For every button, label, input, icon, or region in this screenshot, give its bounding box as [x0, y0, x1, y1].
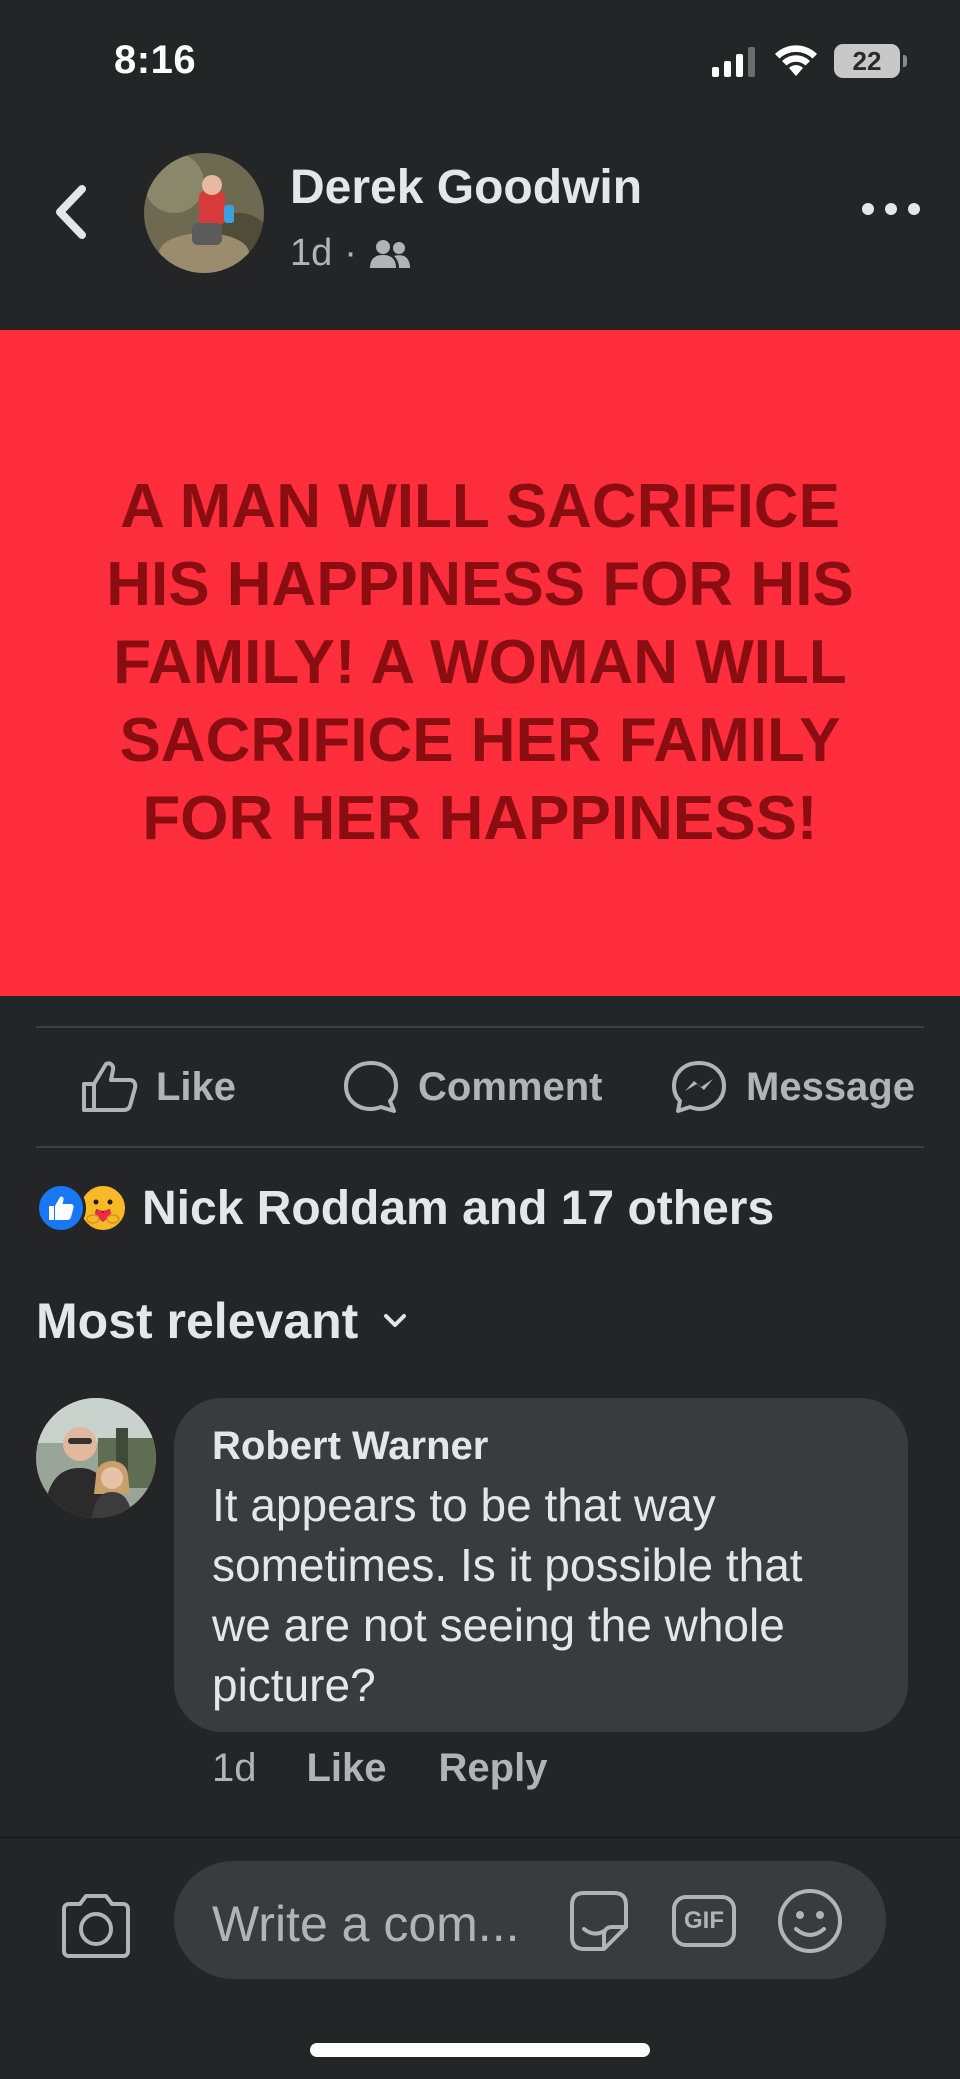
message-label: Message — [746, 1064, 915, 1109]
cellular-signal-icon — [712, 47, 755, 77]
comment-text: It appears to be that way sometimes. Is … — [212, 1479, 803, 1711]
more-dot-icon — [908, 203, 920, 215]
author-avatar[interactable] — [144, 153, 264, 273]
gif-button[interactable]: GIF — [668, 1885, 740, 1957]
comment-time: 1d — [212, 1746, 257, 1790]
back-button[interactable] — [48, 182, 94, 242]
reactions-summary[interactable]: Nick Roddam and 17 others — [36, 1178, 774, 1238]
comment-like-button[interactable]: Like — [307, 1746, 387, 1791]
comment-meta: 1d Like Reply — [212, 1746, 599, 1791]
like-label: Like — [156, 1064, 237, 1109]
post-text: A MAN WILL SACRIFICE HIS HAPPINESS FOR H… — [106, 472, 854, 853]
comment-composer: Write a com... GIF — [0, 1836, 960, 2079]
post-time[interactable]: 1d — [290, 232, 332, 275]
commenter-photo — [36, 1398, 156, 1518]
comment-input-placeholder: Write a com... — [212, 1896, 520, 1952]
more-dot-icon — [885, 203, 897, 215]
comment-input[interactable]: Write a com... GIF — [174, 1861, 886, 1979]
chevron-left-icon — [56, 185, 86, 239]
more-dot-icon — [862, 203, 874, 215]
message-button[interactable]: Message — [670, 1028, 915, 1146]
friends-icon — [369, 239, 410, 268]
comment-reply-button[interactable]: Reply — [439, 1746, 548, 1791]
comment-sort-dropdown[interactable]: Most relevant — [36, 1292, 408, 1350]
meta-separator: · — [344, 232, 357, 274]
camera-icon — [62, 1894, 130, 1958]
sticker-icon — [570, 1891, 628, 1951]
post-text-card[interactable]: A MAN WILL SACRIFICE HIS HAPPINESS FOR H… — [0, 330, 960, 996]
emoji-icon — [778, 1889, 842, 1953]
author-name[interactable]: Derek Goodwin — [290, 160, 642, 215]
commenter-avatar[interactable] — [36, 1398, 156, 1518]
wifi-icon — [775, 45, 817, 76]
status-icons: 22 — [710, 44, 907, 78]
like-button[interactable]: Like — [80, 1028, 236, 1146]
post-meta: 1d · — [290, 232, 411, 275]
post-actions: Like Comment Message — [0, 1028, 960, 1146]
like-reaction-icon — [36, 1183, 86, 1233]
emoji-button[interactable] — [774, 1885, 846, 1957]
camera-button[interactable] — [58, 1891, 134, 1961]
gif-label: GIF — [684, 1907, 724, 1934]
comment-bubble-icon — [344, 1061, 398, 1113]
home-indicator — [310, 2043, 650, 2057]
reactions-text[interactable]: Nick Roddam and 17 others — [142, 1181, 774, 1236]
comment-bubble[interactable]: Robert Warner It appears to be that way … — [174, 1398, 908, 1732]
thumbs-up-icon — [82, 1061, 138, 1112]
chevron-down-icon — [384, 1314, 407, 1327]
comment-label: Comment — [418, 1064, 603, 1109]
author-photo — [144, 153, 264, 273]
sticker-button[interactable] — [562, 1885, 634, 1957]
divider — [36, 1146, 924, 1148]
battery-level: 22 — [852, 45, 882, 76]
battery-indicator: 22 — [834, 44, 907, 78]
post-header: Derek Goodwin 1d · — [0, 140, 960, 290]
status-time: 8:16 — [114, 38, 197, 82]
commenter-name[interactable]: Robert Warner — [212, 1424, 870, 1469]
comment-button[interactable]: Comment — [342, 1028, 602, 1146]
messenger-icon — [672, 1061, 726, 1113]
sort-label: Most relevant — [36, 1293, 359, 1349]
status-bar: 8:16 22 — [0, 0, 960, 120]
more-options-button[interactable] — [862, 194, 920, 224]
